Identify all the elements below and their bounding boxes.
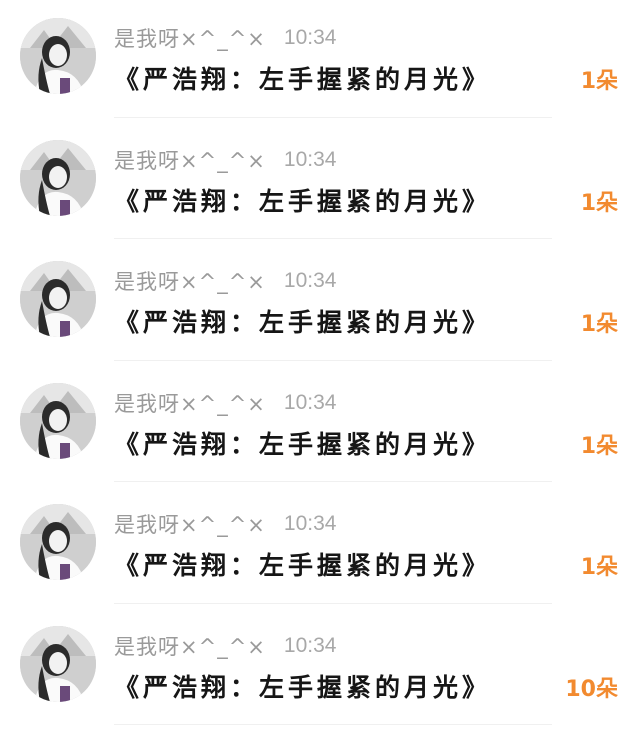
user-avatar[interactable] xyxy=(20,382,96,459)
timestamp: 10:34 xyxy=(283,147,337,171)
flower-count: 1朵 xyxy=(580,69,618,94)
flower-count: 1朵 xyxy=(580,555,618,580)
gift-message: 《严浩翔：左手握紧的月光》 xyxy=(114,429,492,459)
item-meta: 是我呀×^_^× 10:34 xyxy=(114,630,336,662)
row-divider xyxy=(114,238,552,239)
row-divider xyxy=(114,359,552,361)
gift-message: 《严浩翔：左手握紧的月光》 xyxy=(114,65,492,94)
flower-count: 10朵 xyxy=(565,676,618,702)
list-item[interactable]: 是我呀×^_^× 10:34 《严浩翔：左手握紧的月光》 1朵 xyxy=(0,0,640,122)
item-meta: 是我呀×^_^× 10:34 xyxy=(114,265,336,297)
list-item[interactable]: 是我呀×^_^× 10:34 《严浩翔：左手握紧的月光》 1朵 xyxy=(0,486,640,608)
row-divider xyxy=(114,481,552,482)
item-meta: 是我呀×^_^× 10:34 xyxy=(114,144,336,176)
list-item[interactable]: 是我呀×^_^× 10:34 《严浩翔：左手握紧的月光》 1朵 xyxy=(0,122,640,244)
timestamp: 10:34 xyxy=(283,26,337,49)
user-avatar[interactable] xyxy=(20,18,96,94)
list-item[interactable]: 是我呀×^_^× 10:34 《严浩翔：左手握紧的月光》 1朵 xyxy=(0,365,640,487)
row-divider xyxy=(114,724,552,725)
timestamp: 10:34 xyxy=(283,269,337,292)
timestamp: 10:34 xyxy=(283,633,337,657)
item-meta: 是我呀×^_^× 10:34 xyxy=(114,22,336,54)
item-meta: 是我呀×^_^× 10:34 xyxy=(114,508,336,540)
username[interactable]: 是我呀×^_^× xyxy=(114,266,266,296)
row-divider xyxy=(114,602,552,604)
user-avatar[interactable] xyxy=(20,504,96,580)
username[interactable]: 是我呀×^_^× xyxy=(114,509,266,539)
list-item[interactable]: 是我呀×^_^× 10:34 《严浩翔：左手握紧的月光》 1朵 xyxy=(0,243,640,365)
row-divider xyxy=(114,116,552,118)
gift-message: 《严浩翔：左手握紧的月光》 xyxy=(114,672,492,702)
gift-message: 《严浩翔：左手握紧的月光》 xyxy=(114,186,492,216)
gift-message: 《严浩翔：左手握紧的月光》 xyxy=(114,551,492,580)
list-item[interactable]: 是我呀×^_^× 10:34 《严浩翔：左手握紧的月光》 10朵 xyxy=(0,608,640,730)
flower-count: 1朵 xyxy=(580,190,618,216)
user-avatar[interactable] xyxy=(20,625,96,702)
gift-record-list: 是我呀×^_^× 10:34 《严浩翔：左手握紧的月光》 1朵 是我呀×^_^×… xyxy=(0,0,640,732)
username[interactable]: 是我呀×^_^× xyxy=(114,145,266,175)
flower-count: 1朵 xyxy=(580,433,618,459)
flower-count: 1朵 xyxy=(580,312,618,337)
gift-message: 《严浩翔：左手握紧的月光》 xyxy=(114,308,492,337)
user-avatar[interactable] xyxy=(20,261,96,337)
username[interactable]: 是我呀×^_^× xyxy=(114,23,266,53)
username[interactable]: 是我呀×^_^× xyxy=(114,631,266,661)
username[interactable]: 是我呀×^_^× xyxy=(114,388,266,418)
user-avatar[interactable] xyxy=(20,139,96,216)
timestamp: 10:34 xyxy=(283,512,337,535)
item-meta: 是我呀×^_^× 10:34 xyxy=(114,387,336,419)
timestamp: 10:34 xyxy=(283,390,337,414)
